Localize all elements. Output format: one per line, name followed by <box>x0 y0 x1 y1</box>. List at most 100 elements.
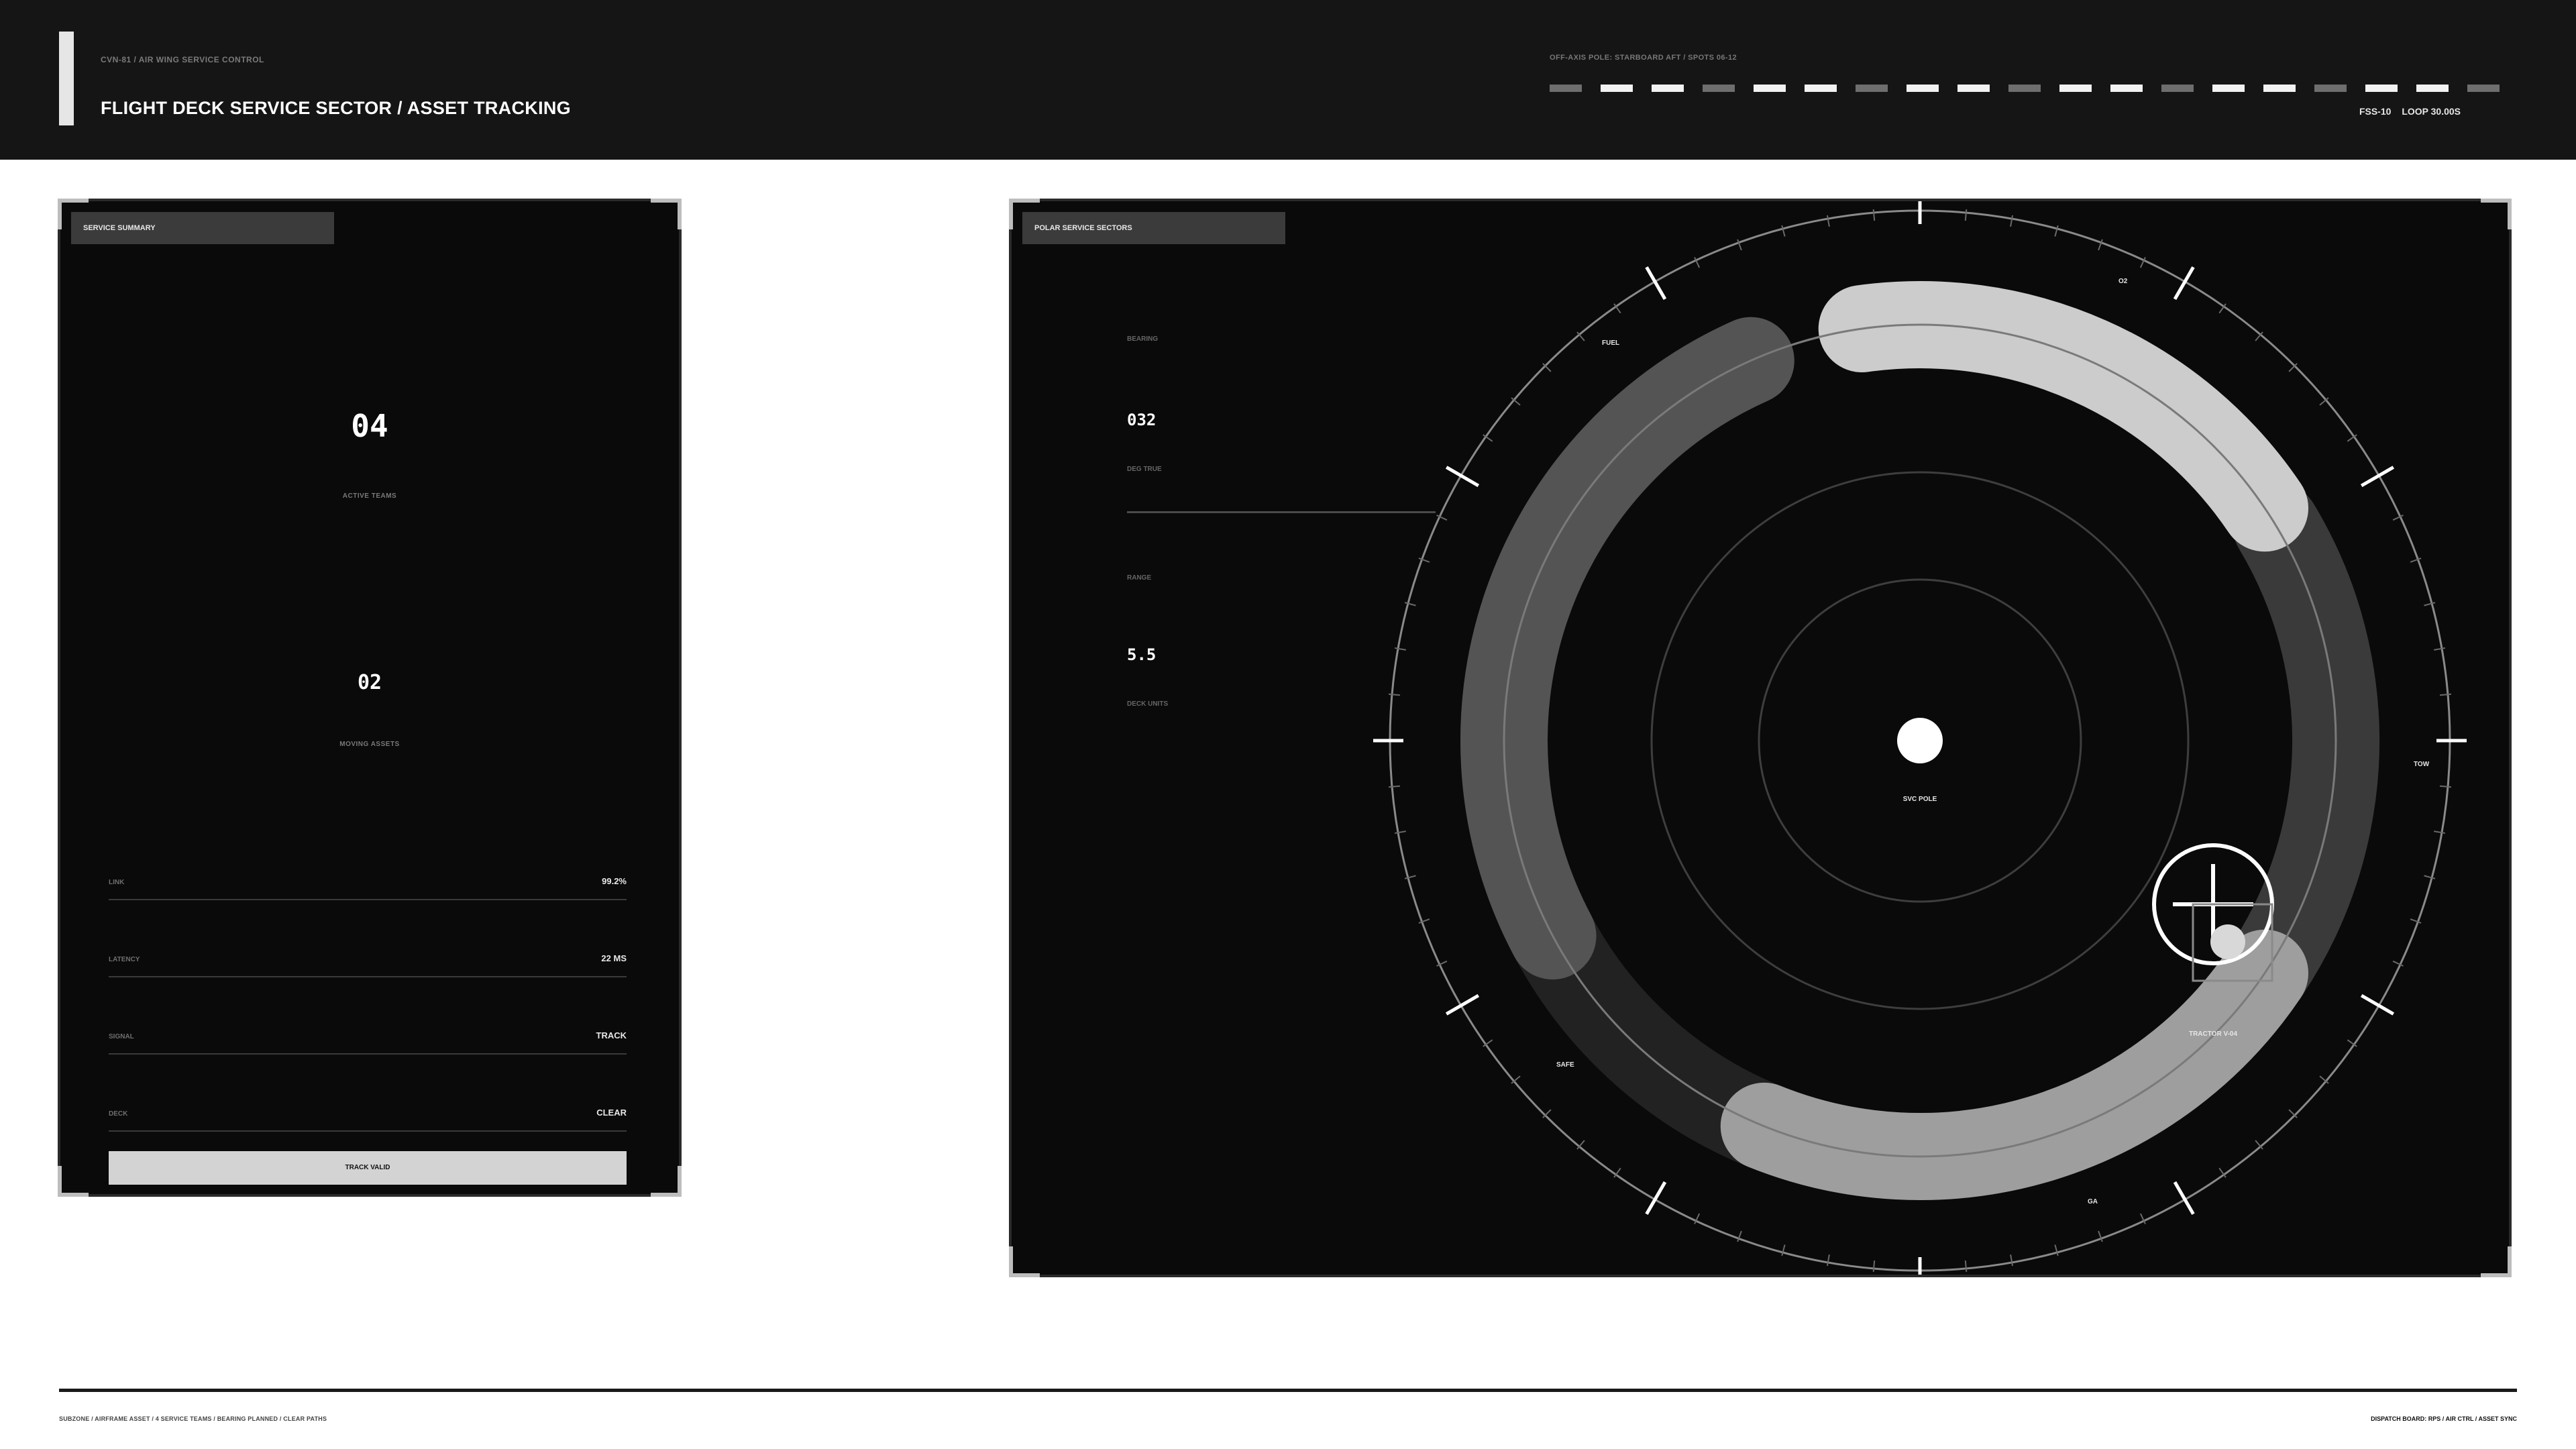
panel-tag: POLAR SERVICE SECTORS <box>1022 212 1285 244</box>
range-value: 5.5 <box>1127 645 1157 664</box>
loop-segment <box>1754 85 1786 92</box>
loop-segment <box>1856 85 1888 92</box>
major-tick <box>1645 266 1667 301</box>
service-pole-marker <box>1897 718 1943 763</box>
minor-tick <box>2439 693 2452 696</box>
service-summary-panel: SERVICE SUMMARY 04 ACTIVE TEAMS 02 MOVIN… <box>58 199 682 1197</box>
loop-segment <box>1652 85 1684 92</box>
sector-arc-ga <box>1720 929 2308 1200</box>
footer-right: DISPATCH BOARD: RPS / AIR CTRL / ASSET S… <box>2371 1415 2517 1422</box>
sector-label-tow: TOW <box>2414 761 2430 768</box>
header-accent-bar <box>59 32 74 125</box>
minor-tick <box>2010 215 2014 227</box>
polar-sectors-panel: FUEL O2 TOW GA SAFE SVC POLE TRACTOR V-04 POLA… <box>1009 199 2512 1277</box>
minor-tick <box>1394 647 1406 651</box>
sector-label-ga: GA <box>2088 1198 2098 1205</box>
track-valid-button[interactable]: TRACK VALID <box>109 1151 627 1185</box>
loop-segment <box>2416 85 2449 92</box>
sector-label-o2: O2 <box>2118 278 2128 285</box>
loop-segment <box>1550 85 1582 92</box>
corner-bracket <box>651 199 682 229</box>
metric-value: 99.2% <box>602 876 627 886</box>
minor-tick <box>1781 225 1786 237</box>
sector-label-safe: SAFE <box>1556 1061 1574 1069</box>
active-teams-label: ACTIVE TEAMS <box>342 492 397 500</box>
metric-value: 22 MS <box>601 953 627 963</box>
metric-key: SIGNAL <box>109 1033 134 1040</box>
minor-tick <box>1781 1244 1786 1256</box>
minor-tick <box>2010 1254 2014 1267</box>
loop-segment <box>2314 85 2347 92</box>
status-id: FSS-10 <box>2359 106 2392 117</box>
major-tick <box>1445 466 1480 488</box>
range-label: RANGE <box>1127 574 1152 582</box>
active-teams-value: 04 <box>351 408 388 444</box>
minor-tick <box>1404 875 1416 879</box>
loop-segment <box>2365 85 2398 92</box>
minor-tick <box>2054 1244 2059 1256</box>
minor-tick <box>1826 215 1830 227</box>
loop-segment <box>2110 85 2143 92</box>
minor-tick <box>1388 785 1401 788</box>
loop-segment <box>1805 85 1837 92</box>
page-title: FLIGHT DECK SERVICE SECTOR / ASSET TRACK… <box>101 98 571 118</box>
metric-value: TRACK <box>596 1030 627 1040</box>
metric-value: CLEAR <box>596 1108 627 1118</box>
minor-tick <box>2439 785 2452 788</box>
loop-segment <box>1601 85 1633 92</box>
sector-label-fuel: FUEL <box>1602 339 1619 347</box>
metric-row-deck: DECK CLEAR <box>109 1108 627 1132</box>
minor-tick <box>2434 647 2446 651</box>
major-tick <box>1645 1181 1667 1216</box>
loop-segment <box>1907 85 1939 92</box>
metric-row-signal: SIGNAL TRACK <box>109 1030 627 1055</box>
loop-segment <box>1957 85 1990 92</box>
asset-dot <box>2210 924 2245 959</box>
moving-assets-value: 02 <box>357 671 382 694</box>
axis-label: OFF-AXIS POLE: STARBOARD AFT / SPOTS 06-… <box>1550 54 1737 62</box>
bearing-value: 032 <box>1127 411 1157 429</box>
metric-row-link: LINK 99.2% <box>109 876 627 900</box>
minor-tick <box>1826 1254 1830 1267</box>
panel-tag: SERVICE SUMMARY <box>71 212 334 244</box>
corner-bracket <box>651 1166 682 1197</box>
loop-segment <box>2212 85 2245 92</box>
sector-arc-fuel <box>1460 317 1794 980</box>
corner-bracket <box>58 1166 89 1197</box>
status-readout: FSS-10 LOOP 30.00S <box>2351 106 2461 117</box>
loop-segment <box>1703 85 1735 92</box>
metric-key: DECK <box>109 1110 128 1118</box>
sector-arc-o2 <box>1818 281 2308 552</box>
major-tick <box>2360 994 2395 1016</box>
metric-key: LINK <box>109 879 125 886</box>
center-label: SVC POLE <box>1903 796 1937 803</box>
breadcrumb: CVN-81 / AIR WING SERVICE CONTROL <box>101 55 264 64</box>
minor-tick <box>1394 830 1406 835</box>
footer-left: SUBZONE / AIRFRAME ASSET / 4 SERVICE TEA… <box>59 1415 327 1422</box>
range-unit: DECK UNITS <box>1127 700 1169 708</box>
loop-segment <box>2008 85 2041 92</box>
polar-sector-chart: FUEL O2 TOW GA SAFE SVC POLE TRACTOR V-04 <box>1373 201 2467 1275</box>
moving-assets-label: MOVING ASSETS <box>339 741 400 748</box>
minor-tick <box>1388 693 1401 696</box>
minor-tick <box>1404 602 1416 606</box>
loop-segment <box>2059 85 2092 92</box>
footer-rule <box>59 1389 2517 1392</box>
bearing-label: BEARING <box>1127 335 1159 343</box>
top-bar: CVN-81 / AIR WING SERVICE CONTROL FLIGHT… <box>0 0 2576 160</box>
minor-tick <box>2054 225 2059 237</box>
loop-segment <box>2263 85 2296 92</box>
major-tick <box>2173 266 2195 301</box>
metric-key: LATENCY <box>109 956 140 963</box>
asset-label: TRACTOR V-04 <box>2189 1030 2237 1038</box>
bearing-leader-line <box>1127 511 1436 513</box>
loop-segment <box>2467 85 2500 92</box>
bearing-unit: DEG TRUE <box>1127 466 1162 473</box>
minor-tick <box>2424 875 2436 879</box>
major-tick <box>2360 466 2395 488</box>
loop-segment-indicator <box>1550 85 2500 92</box>
metric-row-latency: LATENCY 22 MS <box>109 953 627 977</box>
major-tick <box>2173 1181 2195 1216</box>
status-loop: LOOP 30.00S <box>2402 106 2461 117</box>
major-tick <box>1445 994 1480 1016</box>
